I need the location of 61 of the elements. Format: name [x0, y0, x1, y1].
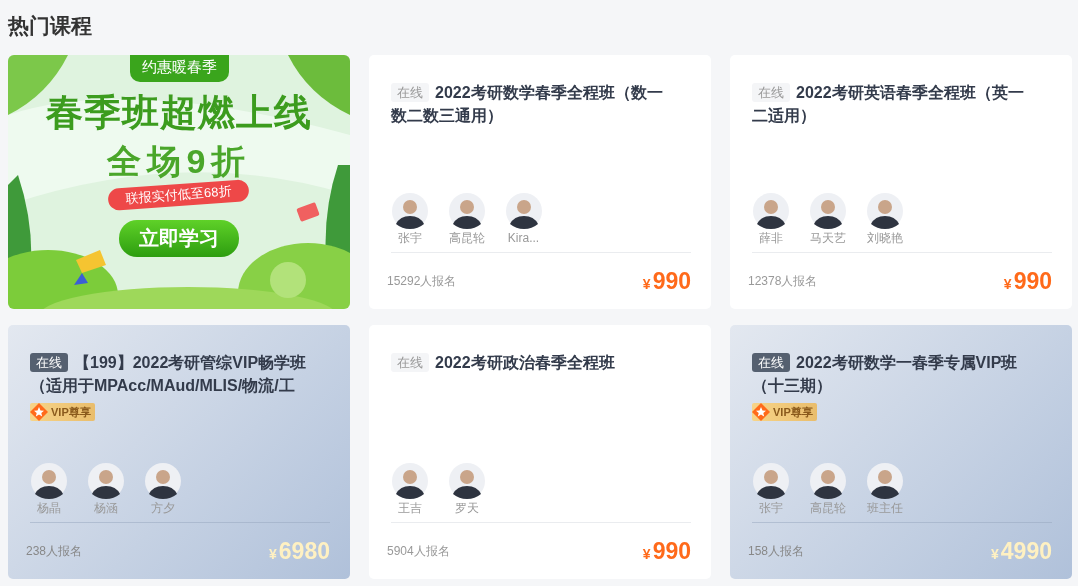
avatar-icon: [448, 193, 485, 229]
avatar-icon: [809, 193, 846, 229]
course-title: 在线 2022考研数学一春季专属VIP班（十三期）: [752, 352, 1019, 396]
avatar-icon: [866, 193, 903, 229]
avatar-icon: [87, 463, 124, 499]
avatar-icon: [866, 463, 903, 499]
teacher-name: 王吉: [397, 500, 422, 516]
enrollment-count: 12378人报名: [748, 272, 818, 290]
course-card[interactable]: 在线 2022考研政治春季全程班 王吉 罗天 5904人报名 ¥990: [369, 325, 711, 579]
discount-text: 全场9折: [106, 141, 252, 182]
enrollment-count: 5904人报名: [387, 542, 450, 560]
teacher-name: 张宇: [397, 230, 422, 246]
course-title: 在线 2022考研政治春季全程班: [391, 351, 677, 374]
currency-symbol: ¥: [642, 545, 651, 562]
teacher-name: 班主任: [866, 500, 903, 516]
star-icon: [29, 402, 49, 422]
avatar-icon: [505, 193, 542, 229]
avatar-icon: [391, 193, 428, 229]
teacher-name: 高昆轮: [448, 230, 485, 246]
teacher-name: 罗天: [454, 500, 479, 516]
currency-symbol: ¥: [991, 545, 999, 562]
teacher-name: Kira...: [507, 230, 540, 246]
teacher-name: 方夕: [150, 500, 175, 516]
course-card[interactable]: 在线 2022考研数学春季全程班（数一数二数三通用） 张宇 高昆轮 Kira... 15292人报名 ¥990: [369, 55, 711, 309]
price: 990: [652, 537, 691, 564]
enrollment-count: 158人报名: [748, 542, 805, 560]
promo-tag: 约惠暖春季: [129, 55, 229, 82]
avatar-icon: [752, 193, 789, 229]
course-title: 在线 2022考研数学春季全程班（数一数二数三通用）: [391, 82, 664, 126]
teacher-name: 马天艺: [809, 230, 846, 246]
teacher-name: 张宇: [758, 500, 783, 516]
course-card[interactable]: 在线 【199】2022考研管综VIP畅学班（适用于MPAcc/MAud/MLIS/物流/工 VIP尊享 杨晶 杨涵 方夕 238人报名 ¥6980: [8, 325, 350, 579]
price: 990: [1013, 267, 1052, 294]
avatar-icon: [752, 463, 789, 499]
teacher-name: 薛非: [758, 230, 783, 246]
currency-symbol: ¥: [269, 545, 277, 562]
price: 990: [652, 267, 691, 294]
teacher-name: 刘晓艳: [866, 230, 903, 246]
course-card[interactable]: 在线 2022考研英语春季全程班（英一二适用） 薛非 马天艺 刘晓艳 12378人报名 ¥990: [730, 55, 1072, 309]
course-title: 在线 【199】2022考研管综VIP畅学班（适用于MPAcc/MAud/MLIS/物流/工: [30, 352, 308, 396]
currency-symbol: ¥: [642, 275, 651, 292]
avatar-icon: [144, 463, 181, 499]
section-title: 热门课程: [8, 13, 93, 39]
teacher-name: 杨晶: [36, 500, 61, 516]
avatar-icon: [391, 463, 428, 499]
vip-label: VIP尊享: [51, 404, 91, 420]
course-title: 在线 2022考研英语春季全程班（英一二适用）: [752, 82, 1025, 126]
enrollment-count: 15292人报名: [387, 272, 457, 290]
banner-headline: 春季班超燃上线: [46, 91, 312, 135]
currency-symbol: ¥: [1003, 275, 1012, 292]
vip-label: VIP尊享: [773, 404, 813, 420]
price: 6980: [278, 537, 330, 564]
enrollment-count: 238人报名: [26, 542, 83, 560]
avatar-icon: [448, 463, 485, 499]
teacher-name: 杨涵: [93, 500, 118, 516]
avatar-icon: [809, 463, 846, 499]
star-icon: [751, 402, 771, 422]
price: 4990: [1000, 537, 1052, 564]
avatar-icon: [30, 463, 67, 499]
teacher-name: 高昆轮: [809, 500, 846, 516]
course-card[interactable]: 在线 2022考研数学一春季专属VIP班（十三期） VIP尊享 张宇 高昆轮 班主任 158人报名 ¥4990: [730, 325, 1072, 579]
